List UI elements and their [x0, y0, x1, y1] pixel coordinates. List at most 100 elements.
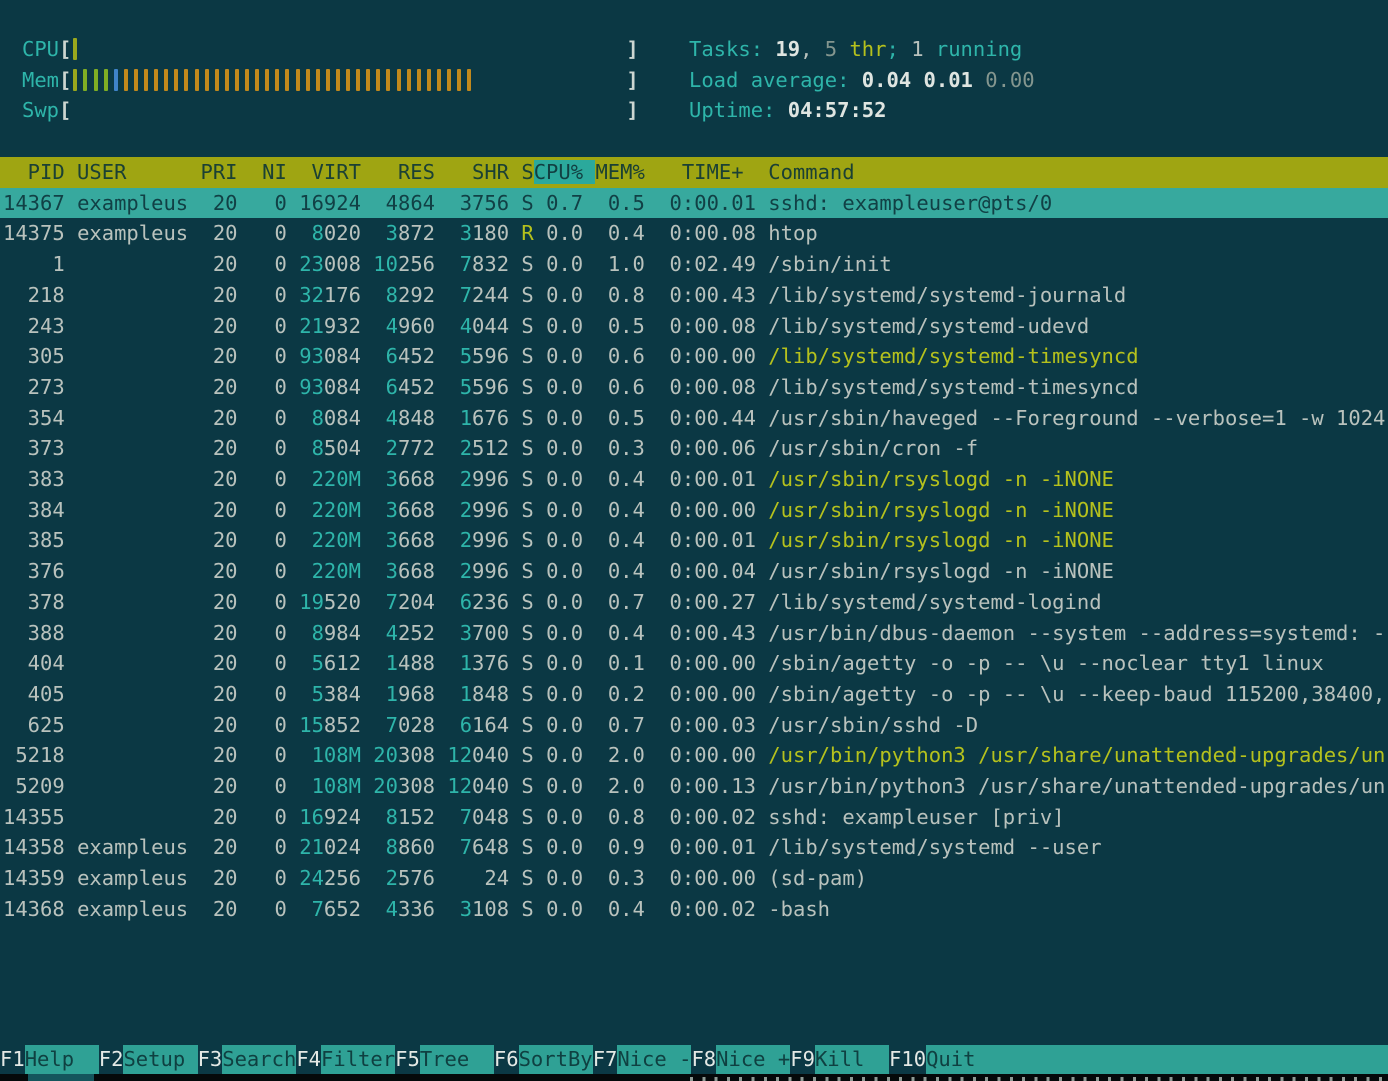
fkey-label-F8[interactable]: Nice +	[716, 1045, 790, 1074]
text-part: 008	[324, 252, 361, 276]
text-part: 292	[398, 283, 435, 307]
fkey-F9[interactable]: F9	[790, 1045, 815, 1074]
meter-bar	[215, 69, 219, 91]
fkey-F3[interactable]: F3	[198, 1045, 223, 1074]
process-row-14359[interactable]: 14359 exampleus 20 0 24256 2576 24 S 0.0…	[0, 863, 1388, 894]
process-row-14358[interactable]: 14358 exampleus 20 0 21024 8860 7648 S 0…	[0, 832, 1388, 863]
text-part: 0.0	[546, 713, 595, 737]
process-row-218[interactable]: 218 20 0 32176 8292 7244 S 0.0 0.8 0:00.…	[0, 280, 1388, 311]
text-part: 3	[373, 467, 398, 491]
fkey-label-F10[interactable]: Quit	[926, 1045, 1388, 1074]
text-part: 625	[3, 713, 77, 737]
fkey-label-F4[interactable]: Filter	[321, 1045, 395, 1074]
text-part: 384	[324, 682, 361, 706]
process-row-378[interactable]: 378 20 0 19520 7204 6236 S 0.0 0.7 0:00.…	[0, 587, 1388, 618]
text-part	[77, 743, 200, 767]
meter-close-bracket: ]	[626, 34, 638, 65]
process-row-1[interactable]: 1 20 0 23008 10256 7832 S 0.0 1.0 0:02.4…	[0, 249, 1388, 280]
text-part	[534, 713, 546, 737]
process-row-14355[interactable]: 14355 20 0 16924 8152 7048 S 0.0 0.8 0:0…	[0, 802, 1388, 833]
text-part	[361, 897, 373, 921]
text-part	[534, 467, 546, 491]
fkey-label-F7[interactable]: Nice -	[617, 1045, 691, 1074]
process-row-14367[interactable]: 14367 exampleus 20 0 16924 4864 3756 S 0…	[0, 188, 1388, 219]
table-header-row[interactable]: PID USER PRI NI VIRT RES SHR SCPU% MEM% …	[0, 157, 1388, 188]
text-part: 308	[398, 743, 435, 767]
process-row-376[interactable]: 376 20 0 220M 3668 2996 S 0.0 0.4 0:00.0…	[0, 556, 1388, 587]
process-row-385[interactable]: 385 20 0 220M 3668 2996 S 0.0 0.4 0:00.0…	[0, 525, 1388, 556]
fkey-label-F2[interactable]: Setup	[123, 1045, 197, 1074]
process-row-384[interactable]: 384 20 0 220M 3668 2996 S 0.0 0.4 0:00.0…	[0, 495, 1388, 526]
text-part: 354	[3, 406, 77, 430]
text-part	[534, 375, 546, 399]
process-row-5209[interactable]: 5209 20 0 108M 20308 12040 S 0.0 2.0 0:0…	[0, 771, 1388, 802]
text-part	[534, 835, 546, 859]
text-part: 3	[447, 897, 472, 921]
process-row-14368[interactable]: 14368 exampleus 20 0 7652 4336 3108 S 0.…	[0, 894, 1388, 925]
process-row-373[interactable]: 373 20 0 8504 2772 2512 S 0.0 0.3 0:00.0…	[0, 433, 1388, 464]
meter-bar	[366, 69, 370, 91]
text-part: 20	[200, 559, 249, 583]
text-part: 20	[373, 774, 398, 798]
fkey-F1[interactable]: F1	[0, 1045, 25, 1074]
fkey-F8[interactable]: F8	[691, 1045, 716, 1074]
process-row-404[interactable]: 404 20 0 5612 1488 1376 S 0.0 0.1 0:00.0…	[0, 648, 1388, 679]
text-part	[435, 774, 447, 798]
process-row-14375[interactable]: 14375 exampleus 20 0 8020 3872 3180 R 0.…	[0, 218, 1388, 249]
process-row-5218[interactable]: 5218 20 0 108M 20308 12040 S 0.0 2.0 0:0…	[0, 740, 1388, 771]
text-part: ,	[800, 37, 825, 61]
process-row-625[interactable]: 625 20 0 15852 7028 6164 S 0.0 0.7 0:00.…	[0, 710, 1388, 741]
text-part: 0	[250, 498, 299, 522]
text-part: 0.2	[595, 682, 657, 706]
text-part: 2	[447, 436, 472, 460]
text-part: 4	[373, 191, 398, 215]
text-part: 0:02.49	[657, 252, 768, 276]
meter-bar	[144, 69, 148, 91]
fkey-F4[interactable]: F4	[296, 1045, 321, 1074]
meter-bar	[73, 69, 77, 91]
text-part: S	[521, 344, 533, 368]
process-row-243[interactable]: 243 20 0 21932 4960 4044 S 0.0 0.5 0:00.…	[0, 311, 1388, 342]
fkey-label-F5[interactable]: Tree	[420, 1045, 494, 1074]
fkey-F5[interactable]: F5	[395, 1045, 420, 1074]
fkey-F2[interactable]: F2	[99, 1045, 124, 1074]
process-row-354[interactable]: 354 20 0 8084 4848 1676 S 0.0 0.5 0:00.4…	[0, 403, 1388, 434]
text-part: 0.0	[546, 314, 595, 338]
fkey-label-F3[interactable]: Search	[222, 1045, 296, 1074]
fkey-label-F1[interactable]: Help	[25, 1045, 99, 1074]
text-part: 0.5	[595, 314, 657, 338]
text-part: 2	[447, 467, 472, 491]
text-part: /usr/sbin/cron -f	[768, 436, 978, 460]
text-part: 0.9	[595, 835, 657, 859]
text-part: 0.0	[546, 436, 595, 460]
meter-bar	[73, 38, 77, 60]
process-row-273[interactable]: 273 20 0 93084 6452 5596 S 0.0 0.6 0:00.…	[0, 372, 1388, 403]
text-part	[534, 774, 546, 798]
htop-terminal: CPU[]Mem[]Swp[] Tasks: 19, 5 thr; 1 runn…	[0, 0, 1388, 1081]
partial-next-line	[0, 1074, 1388, 1081]
fkey-label-F9[interactable]: Kill	[815, 1045, 889, 1074]
text-part: 932	[324, 314, 361, 338]
process-row-383[interactable]: 383 20 0 220M 3668 2996 S 0.0 0.4 0:00.0…	[0, 464, 1388, 495]
meter-bar-zone	[71, 65, 626, 96]
text-part: R	[521, 221, 533, 245]
text-part: 14358	[3, 835, 77, 859]
fkey-F10[interactable]: F10	[889, 1045, 926, 1074]
fkey-F7[interactable]: F7	[593, 1045, 618, 1074]
text-part: 0.6	[595, 344, 657, 368]
process-row-405[interactable]: 405 20 0 5384 1968 1848 S 0.0 0.2 0:00.0…	[0, 679, 1388, 710]
meter-bar	[134, 69, 138, 91]
text-part: 16	[299, 191, 324, 215]
text-part: 0.00	[985, 68, 1034, 92]
process-row-305[interactable]: 305 20 0 93084 6452 5596 S 0.0 0.6 0:00.…	[0, 341, 1388, 372]
process-row-388[interactable]: 388 20 0 8984 4252 3700 S 0.0 0.4 0:00.4…	[0, 618, 1388, 649]
text-part	[534, 897, 546, 921]
text-part: 0:00.08	[657, 375, 768, 399]
text-part: /usr/sbin/rsyslogd -n -iNONE	[768, 528, 1114, 552]
text-part	[509, 467, 521, 491]
fkey-F6[interactable]: F6	[494, 1045, 519, 1074]
text-part: 0:00.44	[657, 406, 768, 430]
text-part: S	[521, 314, 533, 338]
text-part: S	[521, 897, 533, 921]
fkey-label-F6[interactable]: SortBy	[519, 1045, 593, 1074]
